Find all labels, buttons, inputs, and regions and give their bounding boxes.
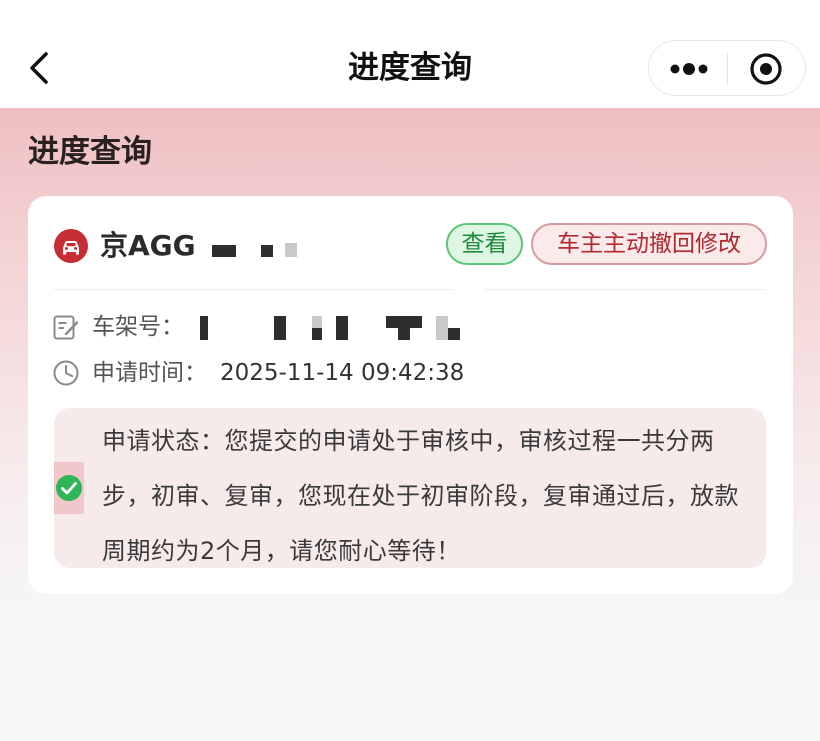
revoke-status-badge[interactable]: 车主主动撤回修改 bbox=[531, 223, 767, 265]
divider bbox=[54, 289, 454, 290]
car-icon bbox=[54, 229, 88, 263]
section-title: 进度查询 bbox=[28, 134, 152, 170]
capsule-divider bbox=[727, 53, 728, 85]
more-dots-icon bbox=[670, 63, 708, 75]
vin-redaction bbox=[274, 316, 286, 340]
vin-redaction bbox=[436, 316, 448, 340]
miniprogram-capsule bbox=[648, 40, 806, 96]
vin-redaction bbox=[336, 316, 348, 340]
navigation-bar: 进度查询 bbox=[0, 0, 820, 108]
clock-icon bbox=[52, 359, 80, 387]
vin-redaction bbox=[386, 316, 422, 328]
close-miniprogram-button[interactable] bbox=[749, 52, 783, 86]
plate-redaction bbox=[261, 245, 273, 257]
license-plate: 京AGG bbox=[100, 229, 196, 262]
status-box: 申请状态：您提交的申请处于审核中，审核过程一共分两步，初审、复审，您现在处于初审… bbox=[54, 408, 766, 568]
vin-redaction bbox=[312, 316, 322, 328]
status-text: 申请状态：您提交的申请处于审核中，审核过程一共分两步，初审、复审，您现在处于初审… bbox=[102, 427, 739, 565]
more-button[interactable] bbox=[667, 55, 711, 83]
edit-icon bbox=[52, 313, 80, 341]
plate-redaction bbox=[212, 245, 236, 257]
apply-time-row: 申请时间： 2025-11-14 09:42:38 bbox=[52, 356, 772, 390]
apply-time-label: 申请时间： bbox=[92, 360, 207, 386]
divider bbox=[484, 289, 766, 290]
progress-card: 京AGG 查看 车主主动撤回修改 车架号： 申请时间： 2025-11-14 0… bbox=[28, 196, 793, 594]
view-badge[interactable]: 查看 bbox=[446, 223, 523, 265]
record-target-icon bbox=[750, 53, 782, 85]
plate-redaction bbox=[285, 243, 297, 257]
check-circle-icon bbox=[55, 474, 83, 502]
vin-label: 车架号： bbox=[92, 314, 184, 340]
vin-redaction bbox=[448, 328, 460, 340]
vin-redaction bbox=[200, 316, 208, 340]
vin-redaction bbox=[398, 328, 410, 340]
vin-redaction bbox=[312, 328, 322, 340]
vin-row: 车架号： bbox=[52, 310, 772, 344]
apply-time-value: 2025-11-14 09:42:38 bbox=[220, 360, 465, 386]
